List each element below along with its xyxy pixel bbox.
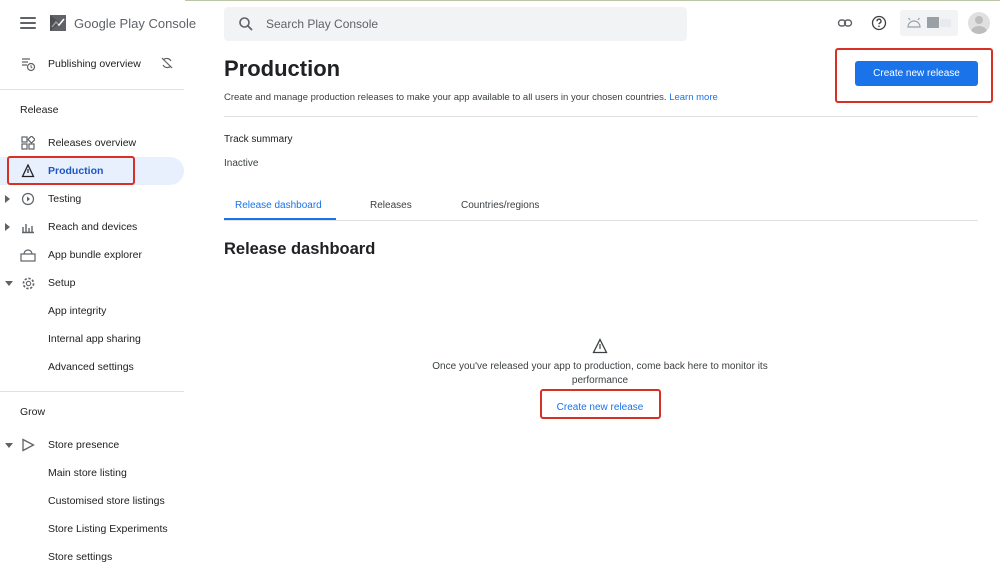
menu-icon[interactable] bbox=[20, 17, 36, 29]
sync-off-icon[interactable] bbox=[160, 56, 174, 73]
sidebar-item-label: Store presence bbox=[48, 439, 120, 451]
empty-state-message: Once you've released your app to product… bbox=[432, 361, 768, 386]
expand-caret-icon[interactable] bbox=[5, 195, 10, 203]
sidebar-item-label: App bundle explorer bbox=[48, 249, 142, 261]
bar-chart-icon bbox=[20, 219, 36, 235]
page-description: Create and manage production releases to… bbox=[224, 92, 718, 103]
sidebar-item-app-bundle-explorer[interactable]: App bundle explorer bbox=[0, 241, 185, 269]
tab-release-dashboard[interactable]: Release dashboard bbox=[235, 200, 322, 211]
dashboard-icon bbox=[20, 135, 36, 151]
sidebar-item-label: Testing bbox=[48, 193, 82, 205]
sidebar-item-label: App integrity bbox=[48, 305, 107, 317]
search-icon bbox=[239, 17, 253, 31]
sidebar-item-app-integrity[interactable]: App integrity bbox=[0, 297, 185, 325]
collapse-caret-icon[interactable] bbox=[5, 280, 13, 286]
play-store-icon bbox=[20, 437, 36, 453]
sidebar-divider bbox=[0, 89, 184, 90]
tabs-divider bbox=[224, 220, 978, 221]
empty-state-create-release-button[interactable]: Create new release bbox=[541, 397, 659, 417]
create-new-release-button[interactable]: Create new release bbox=[855, 61, 978, 86]
expand-caret-icon[interactable] bbox=[5, 223, 10, 231]
section-title: Release dashboard bbox=[224, 240, 376, 258]
sidebar-item-advanced-settings[interactable]: Advanced settings bbox=[0, 353, 185, 381]
sidebar-item-label: Publishing overview bbox=[48, 58, 141, 70]
sidebar-divider bbox=[0, 391, 184, 392]
sidebar-item-label: Setup bbox=[48, 277, 76, 289]
production-icon bbox=[592, 338, 608, 354]
tab-releases[interactable]: Releases bbox=[370, 200, 412, 211]
production-icon bbox=[20, 163, 36, 179]
help-icon[interactable] bbox=[866, 10, 892, 36]
sidebar-item-label: Internal app sharing bbox=[48, 333, 141, 345]
testing-icon bbox=[20, 191, 36, 207]
sidebar-item-customised-store-listings[interactable]: Customised store listings bbox=[0, 487, 185, 515]
link-icon[interactable] bbox=[832, 10, 858, 36]
brand-name[interactable]: Google Play Console bbox=[74, 16, 196, 31]
section-release: Release bbox=[20, 104, 59, 116]
sidebar-item-label: Advanced settings bbox=[48, 361, 134, 373]
device-preview-icon bbox=[927, 17, 951, 28]
tab-countries-regions[interactable]: Countries/regions bbox=[461, 200, 539, 211]
sidebar-item-label: Releases overview bbox=[48, 137, 137, 149]
learn-more-link[interactable]: Learn more bbox=[669, 92, 718, 103]
android-icon bbox=[907, 17, 921, 28]
sidebar-item-label: Store settings bbox=[48, 551, 113, 563]
sidebar-item-store-settings[interactable]: Store settings bbox=[0, 543, 185, 571]
sidebar-item-store-listing-experiments[interactable]: Store Listing Experiments bbox=[0, 515, 185, 543]
sidebar-item-production[interactable]: Production bbox=[0, 157, 184, 185]
search-bar[interactable] bbox=[224, 7, 687, 41]
sidebar-item-reach-and-devices[interactable]: Reach and devices bbox=[0, 213, 185, 241]
collapse-caret-icon[interactable] bbox=[5, 442, 13, 448]
sidebar-item-label: Main store listing bbox=[48, 467, 127, 479]
gear-icon bbox=[20, 275, 36, 291]
sidebar-item-label: Customised store listings bbox=[48, 495, 165, 507]
sidebar-item-label: Production bbox=[48, 165, 104, 177]
brand: Google Play Console bbox=[20, 12, 196, 34]
sidebar-item-publishing-overview[interactable]: Publishing overview bbox=[0, 50, 185, 78]
sidebar-item-label: Reach and devices bbox=[48, 221, 138, 233]
track-summary-label: Track summary bbox=[224, 134, 293, 145]
avatar[interactable] bbox=[968, 12, 990, 34]
sidebar-item-releases-overview[interactable]: Releases overview bbox=[0, 129, 185, 157]
device-switcher[interactable] bbox=[900, 10, 958, 36]
search-input[interactable] bbox=[266, 17, 646, 31]
sidebar-item-setup[interactable]: Setup bbox=[0, 269, 185, 297]
section-grow: Grow bbox=[20, 406, 46, 418]
sidebar: Google Play Console Publishing overview … bbox=[0, 0, 196, 566]
sidebar-item-testing[interactable]: Testing bbox=[0, 185, 185, 213]
play-console-logo-icon bbox=[50, 15, 66, 31]
top-bar-actions bbox=[824, 10, 990, 36]
publishing-overview-icon bbox=[20, 56, 36, 72]
sidebar-item-internal-app-sharing[interactable]: Internal app sharing bbox=[0, 325, 185, 353]
header-divider bbox=[224, 116, 978, 117]
sidebar-item-label: Store Listing Experiments bbox=[48, 523, 168, 535]
sidebar-item-main-store-listing[interactable]: Main store listing bbox=[0, 459, 185, 487]
page-title: Production bbox=[224, 56, 341, 81]
sidebar-item-store-presence[interactable]: Store presence bbox=[0, 431, 185, 459]
track-status: Inactive bbox=[224, 158, 259, 169]
android-bundle-icon bbox=[20, 247, 36, 263]
